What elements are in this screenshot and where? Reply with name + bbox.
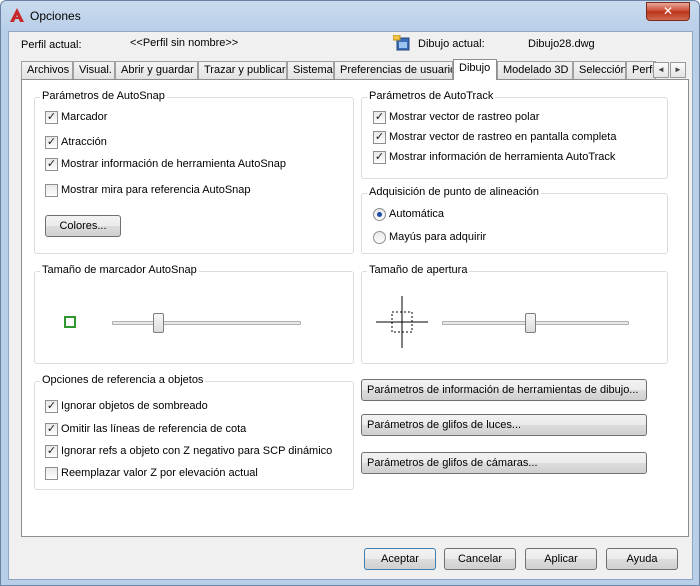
alignment-acquisition-group: Adquisición de punto de alineación Autom…	[361, 186, 668, 254]
tab-preferencias-usuario[interactable]: Preferencias de usuario	[334, 61, 453, 79]
tab-perfiles[interactable]: Perfiles	[626, 61, 656, 79]
profile-label: Perfil actual:	[21, 39, 82, 51]
help-button[interactable]: Ayuda	[606, 548, 678, 570]
aperture-size-slider-thumb[interactable]	[525, 313, 536, 333]
marker-size-slider-thumb[interactable]	[153, 313, 164, 333]
tab-trazar-publicar[interactable]: Trazar y publicar	[198, 61, 287, 79]
checkmark-icon: ✓	[45, 158, 58, 171]
autosnap-group: Parámetros de AutoSnap ✓ Marcador ✓ Atra…	[34, 90, 354, 254]
alignment-group-title: Adquisición de punto de alineación	[367, 186, 542, 198]
polar-vector-label: Mostrar vector de rastreo polar	[389, 111, 540, 123]
window-title: Opciones	[30, 9, 81, 23]
drawing-label: Dibujo actual:	[418, 38, 485, 50]
shift-to-acquire-label: Mayús para adquirir	[389, 231, 487, 243]
autotrack-group: Parámetros de AutoTrack ✓ Mostrar vector…	[361, 90, 668, 179]
radio-selected-icon	[373, 208, 386, 221]
tab-scroll-left-icon[interactable]: ◄	[653, 62, 669, 78]
checkmark-icon: ✓	[373, 131, 386, 144]
dialog-body: Perfil actual: <<Perfil sin nombre>> Dib…	[8, 31, 693, 580]
profile-value: <<Perfil sin nombre>>	[130, 37, 239, 49]
magnet-label: Atracción	[61, 136, 107, 148]
light-glyph-settings-button[interactable]: Parámetros de glifos de luces...	[361, 414, 647, 436]
ignore-hatch-label: Ignorar objetos de sombreado	[61, 400, 208, 412]
tab-visual[interactable]: Visual.	[73, 61, 115, 79]
aperture-size-group: Tamaño de apertura	[361, 264, 668, 364]
checkmark-icon: ✓	[45, 423, 58, 436]
checkmark-icon: ✓	[373, 151, 386, 164]
osnap-options-group: Opciones de referencia a objetos ✓ Ignor…	[34, 374, 354, 490]
checkmark-icon: ✓	[45, 136, 58, 149]
replace-z-label: Reemplazar valor Z por elevación actual	[61, 467, 258, 479]
camera-glyph-settings-button[interactable]: Parámetros de glifos de cámaras...	[361, 452, 647, 474]
options-window: Opciones ✕ Perfil actual: <<Perfil sin n…	[0, 0, 700, 586]
tab-abrir-guardar[interactable]: Abrir y guardar	[115, 61, 198, 79]
aperture-preview-icon	[376, 296, 428, 348]
autotrack-group-title: Parámetros de AutoTrack	[367, 90, 496, 102]
tab-scroll-right-icon[interactable]: ►	[670, 62, 686, 78]
marker-preview-icon	[64, 316, 76, 328]
tab-sistema[interactable]: Sistema	[287, 61, 334, 79]
tab-seleccion[interactable]: Selección	[573, 61, 626, 79]
ignore-dimension-lines-label: Omitir las líneas de referencia de cota	[61, 423, 247, 435]
checkmark-icon: ✓	[373, 111, 386, 124]
radio-unselected-icon	[373, 231, 386, 244]
tab-strip: Archivos Visual. Abrir y guardar Trazar …	[21, 59, 689, 80]
ignore-negative-z-label: Ignorar refs a objeto con Z negativo par…	[61, 445, 333, 457]
osnap-group-title: Opciones de referencia a objetos	[40, 374, 206, 386]
marker-size-group: Tamaño de marcador AutoSnap	[34, 264, 354, 364]
tab-dibujo[interactable]: Dibujo	[453, 59, 497, 80]
dibujo-tab-panel: Parámetros de AutoSnap ✓ Marcador ✓ Atra…	[21, 79, 689, 537]
autocad-logo-icon	[10, 8, 24, 22]
automatic-label: Automática	[389, 208, 445, 220]
checkbox-empty	[45, 184, 58, 197]
checkmark-icon: ✓	[45, 400, 58, 413]
tab-archivos[interactable]: Archivos	[21, 61, 73, 79]
apply-button[interactable]: Aplicar	[525, 548, 597, 570]
drafting-tooltip-settings-button[interactable]: Parámetros de información de herramienta…	[361, 379, 647, 401]
checkmark-icon: ✓	[45, 111, 58, 124]
drawing-file-icon	[393, 35, 410, 51]
drawing-value: Dibujo28.dwg	[528, 38, 595, 50]
autotrack-tooltip-label: Mostrar información de herramienta AutoT…	[389, 151, 616, 163]
checkbox-empty	[45, 467, 58, 480]
close-button[interactable]: ✕	[646, 2, 690, 21]
fullscreen-vector-label: Mostrar vector de rastreo en pantalla co…	[389, 131, 617, 143]
tab-modelado-3d[interactable]: Modelado 3D	[497, 61, 573, 79]
marker-size-slider-track[interactable]	[112, 321, 301, 325]
marker-label: Marcador	[61, 111, 108, 123]
autosnap-group-title: Parámetros de AutoSnap	[40, 90, 167, 102]
title-bar[interactable]: Opciones ✕	[1, 1, 699, 31]
tab-scroll-controls: ◄ ►	[653, 62, 687, 78]
colors-button[interactable]: Colores...	[45, 215, 121, 237]
aperture-size-group-title: Tamaño de apertura	[367, 264, 470, 276]
marker-size-group-title: Tamaño de marcador AutoSnap	[40, 264, 199, 276]
cancel-button[interactable]: Cancelar	[444, 548, 516, 570]
checkmark-icon: ✓	[45, 445, 58, 458]
autosnap-aperture-box-label: Mostrar mira para referencia AutoSnap	[61, 184, 251, 196]
accept-button[interactable]: Aceptar	[364, 548, 436, 570]
autosnap-tooltip-label: Mostrar información de herramienta AutoS…	[61, 158, 287, 170]
